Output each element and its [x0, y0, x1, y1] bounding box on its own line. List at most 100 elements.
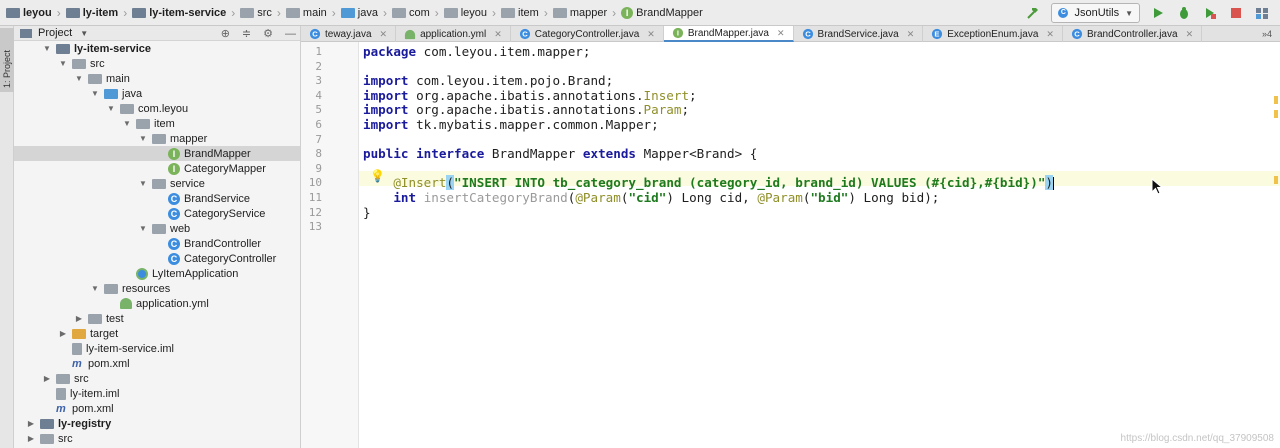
- tree-item[interactable]: ▼ main: [14, 71, 300, 86]
- expand-arrow-icon[interactable]: ▼: [138, 224, 148, 233]
- coverage-icon[interactable]: [1202, 5, 1218, 21]
- module-folder-icon: [40, 418, 54, 429]
- collapse-icon[interactable]: ≑: [242, 27, 251, 40]
- tree-item[interactable]: ▶ target: [14, 326, 300, 341]
- breadcrumb-item[interactable]: leyou: [4, 0, 54, 26]
- tree-item[interactable]: I CategoryMapper: [14, 161, 300, 176]
- editor-tab[interactable]: application.yml ✕: [396, 26, 511, 42]
- breadcrumb-item[interactable]: src: [238, 0, 274, 26]
- expand-arrow-icon[interactable]: ▼: [74, 74, 84, 83]
- close-icon[interactable]: ✕: [1046, 29, 1054, 40]
- tree-item[interactable]: C BrandController: [14, 236, 300, 251]
- editor-tab[interactable]: C CategoryController.java ✕: [511, 26, 664, 42]
- expand-arrow-icon[interactable]: ▼: [58, 59, 68, 68]
- chevron-right-icon: ›: [56, 5, 61, 20]
- sync-icon[interactable]: ⊕: [221, 27, 230, 40]
- chevron-down-icon[interactable]: ▼: [80, 29, 88, 38]
- editor-tab[interactable]: C BrandController.java ✕: [1063, 26, 1203, 42]
- expand-arrow-icon[interactable]: ▼: [138, 179, 148, 188]
- expand-arrow-icon[interactable]: ▼: [138, 134, 148, 143]
- chevron-right-icon: ›: [612, 5, 617, 20]
- collapse-arrow-icon[interactable]: ▶: [58, 329, 68, 338]
- breadcrumb-item[interactable]: ly-item: [64, 0, 120, 26]
- project-tool-window-button[interactable]: 1: Project: [0, 28, 14, 92]
- close-icon[interactable]: ✕: [1186, 29, 1194, 40]
- chevron-right-icon: ›: [123, 5, 128, 20]
- collapse-arrow-icon[interactable]: ▶: [74, 314, 84, 323]
- breadcrumb-item[interactable]: java: [339, 0, 380, 26]
- tree-item[interactable]: ▼ service: [14, 176, 300, 191]
- expand-arrow-icon[interactable]: ▼: [122, 119, 132, 128]
- tree-item[interactable]: ly-item.iml: [14, 386, 300, 401]
- tree-item[interactable]: ▼ web: [14, 221, 300, 236]
- tree-item[interactable]: ▼ java: [14, 86, 300, 101]
- tree-item[interactable]: m pom.xml: [14, 356, 300, 371]
- gear-icon[interactable]: ⚙: [263, 27, 273, 40]
- run-configuration-select[interactable]: C JsonUtils ▼: [1051, 3, 1140, 23]
- error-stripe-marker[interactable]: [1274, 176, 1278, 184]
- tree-item[interactable]: ▶ ly-registry: [14, 416, 300, 431]
- breadcrumb-item[interactable]: item: [499, 0, 541, 26]
- tree-item[interactable]: ▼ item: [14, 116, 300, 131]
- error-stripe-marker[interactable]: [1274, 96, 1278, 104]
- tree-item[interactable]: m pom.xml: [14, 401, 300, 416]
- editor-tab[interactable]: C BrandService.java ✕: [794, 26, 924, 42]
- breadcrumb-item[interactable]: mapper: [551, 0, 609, 26]
- editor-tab[interactable]: E ExceptionEnum.java ✕: [923, 26, 1063, 42]
- close-icon[interactable]: ✕: [380, 29, 388, 40]
- debug-icon[interactable]: [1176, 5, 1192, 21]
- collapse-arrow-icon[interactable]: ▶: [42, 374, 52, 383]
- tree-item[interactable]: I BrandMapper: [14, 146, 300, 161]
- close-icon[interactable]: ✕: [647, 29, 655, 40]
- tab-overflow-button[interactable]: »4: [1262, 26, 1280, 41]
- collapse-arrow-icon[interactable]: ▶: [26, 419, 36, 428]
- close-icon[interactable]: ✕: [777, 28, 785, 39]
- tree-item-label: src: [74, 372, 89, 385]
- expand-arrow-icon[interactable]: ▼: [106, 104, 116, 113]
- expand-arrow-icon[interactable]: ▼: [90, 284, 100, 293]
- tree-item[interactable]: C CategoryService: [14, 206, 300, 221]
- tree-item[interactable]: ▼ src: [14, 56, 300, 71]
- line-number: 3: [315, 74, 322, 88]
- expand-arrow-icon[interactable]: ▼: [90, 89, 100, 98]
- error-stripe-marker[interactable]: [1274, 110, 1278, 118]
- chevron-right-icon: ›: [382, 5, 387, 20]
- hammer-icon[interactable]: [1025, 5, 1041, 21]
- close-icon[interactable]: ✕: [494, 29, 502, 40]
- tree-item[interactable]: ▶ src: [14, 371, 300, 386]
- tree-item[interactable]: LyItemApplication: [14, 266, 300, 281]
- hide-icon[interactable]: —: [285, 28, 296, 40]
- run-icon[interactable]: [1150, 5, 1166, 21]
- stop-icon[interactable]: [1228, 5, 1244, 21]
- tree-item[interactable]: C CategoryController: [14, 251, 300, 266]
- close-icon[interactable]: ✕: [907, 29, 915, 40]
- tree-item[interactable]: ▼ com.leyou: [14, 101, 300, 116]
- breadcrumb-item[interactable]: main: [284, 0, 329, 26]
- tree-item[interactable]: ▼ resources: [14, 281, 300, 296]
- expand-arrow-icon[interactable]: ▼: [42, 44, 52, 53]
- editor-tab[interactable]: Cteway.java ✕: [301, 26, 397, 42]
- tree-item[interactable]: ▶ src: [14, 431, 300, 446]
- tree-item-label: item: [154, 117, 175, 130]
- editor-tab[interactable]: I BrandMapper.java ✕: [663, 26, 794, 42]
- breadcrumb-item[interactable]: I BrandMapper: [619, 0, 705, 26]
- main-toolbar: C JsonUtils ▼: [1025, 0, 1280, 26]
- tree-item[interactable]: C BrandService: [14, 191, 300, 206]
- tree-item[interactable]: application.yml: [14, 296, 300, 311]
- folder-icon: [40, 433, 54, 444]
- tree-item[interactable]: ▼ mapper: [14, 131, 300, 146]
- code-editor[interactable]: 1 2 3 4 5 6 7 8 9 10 11 12 13 💡 package com.leyou.it…: [301, 42, 1280, 448]
- breadcrumb-item[interactable]: ly-item-service: [130, 0, 228, 26]
- tree-item-label: ly-item-service.iml: [86, 342, 174, 355]
- project-structure-icon[interactable]: [1254, 5, 1270, 21]
- tree-item[interactable]: ▶ test: [14, 311, 300, 326]
- breadcrumb-item[interactable]: com: [390, 0, 432, 26]
- tree-item[interactable]: ly-item-service.iml: [14, 341, 300, 356]
- project-panel-title[interactable]: Project: [38, 27, 72, 39]
- tree-item[interactable]: ▼ ly-item-service: [14, 41, 300, 56]
- collapse-arrow-icon[interactable]: ▶: [26, 434, 36, 443]
- breadcrumb-label: java: [357, 6, 378, 19]
- breadcrumb-item[interactable]: leyou: [442, 0, 489, 26]
